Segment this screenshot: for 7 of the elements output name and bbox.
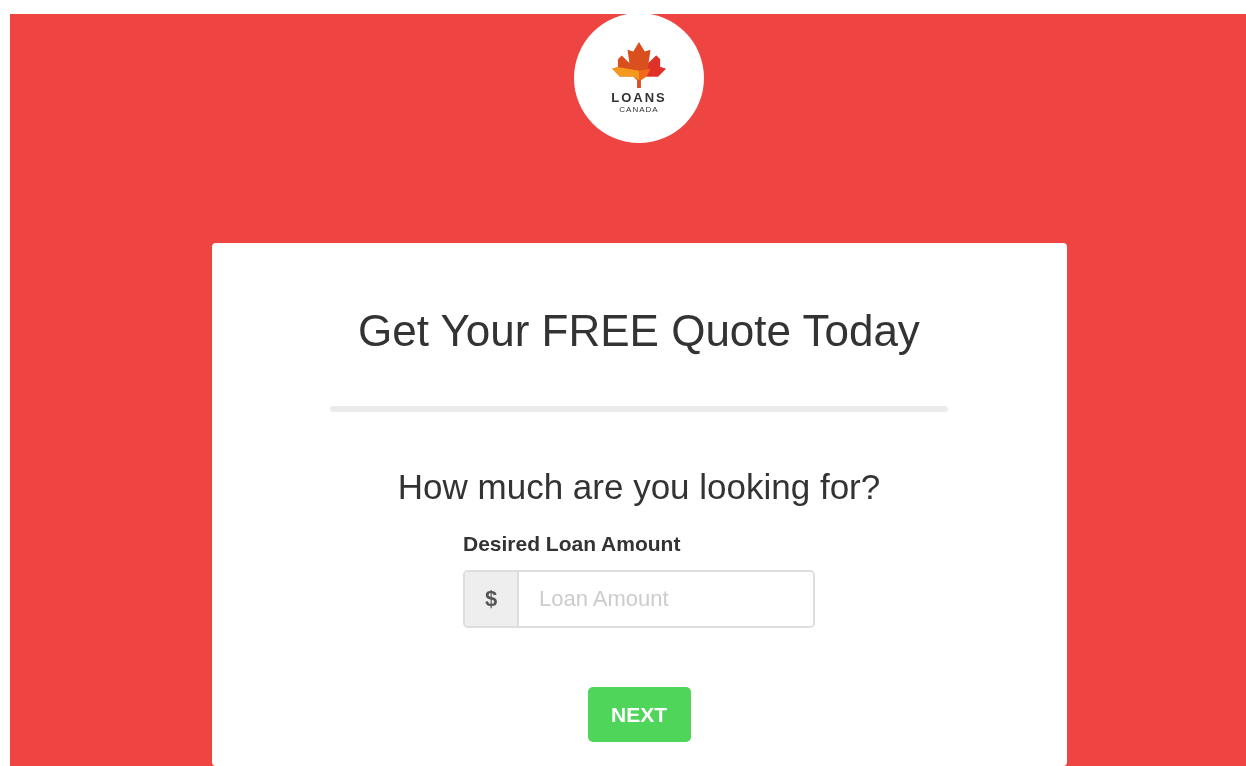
question-text: How much are you looking for?: [397, 466, 881, 508]
field-label: Desired Loan Amount: [463, 531, 681, 557]
logo-subtitle: CANADA: [619, 105, 659, 114]
maple-leaf-icon: [610, 42, 668, 88]
logo-wordmark: LOANS: [611, 90, 667, 105]
currency-prefix: $: [465, 572, 519, 626]
card-title: Get Your FREE Quote Today: [358, 305, 920, 357]
